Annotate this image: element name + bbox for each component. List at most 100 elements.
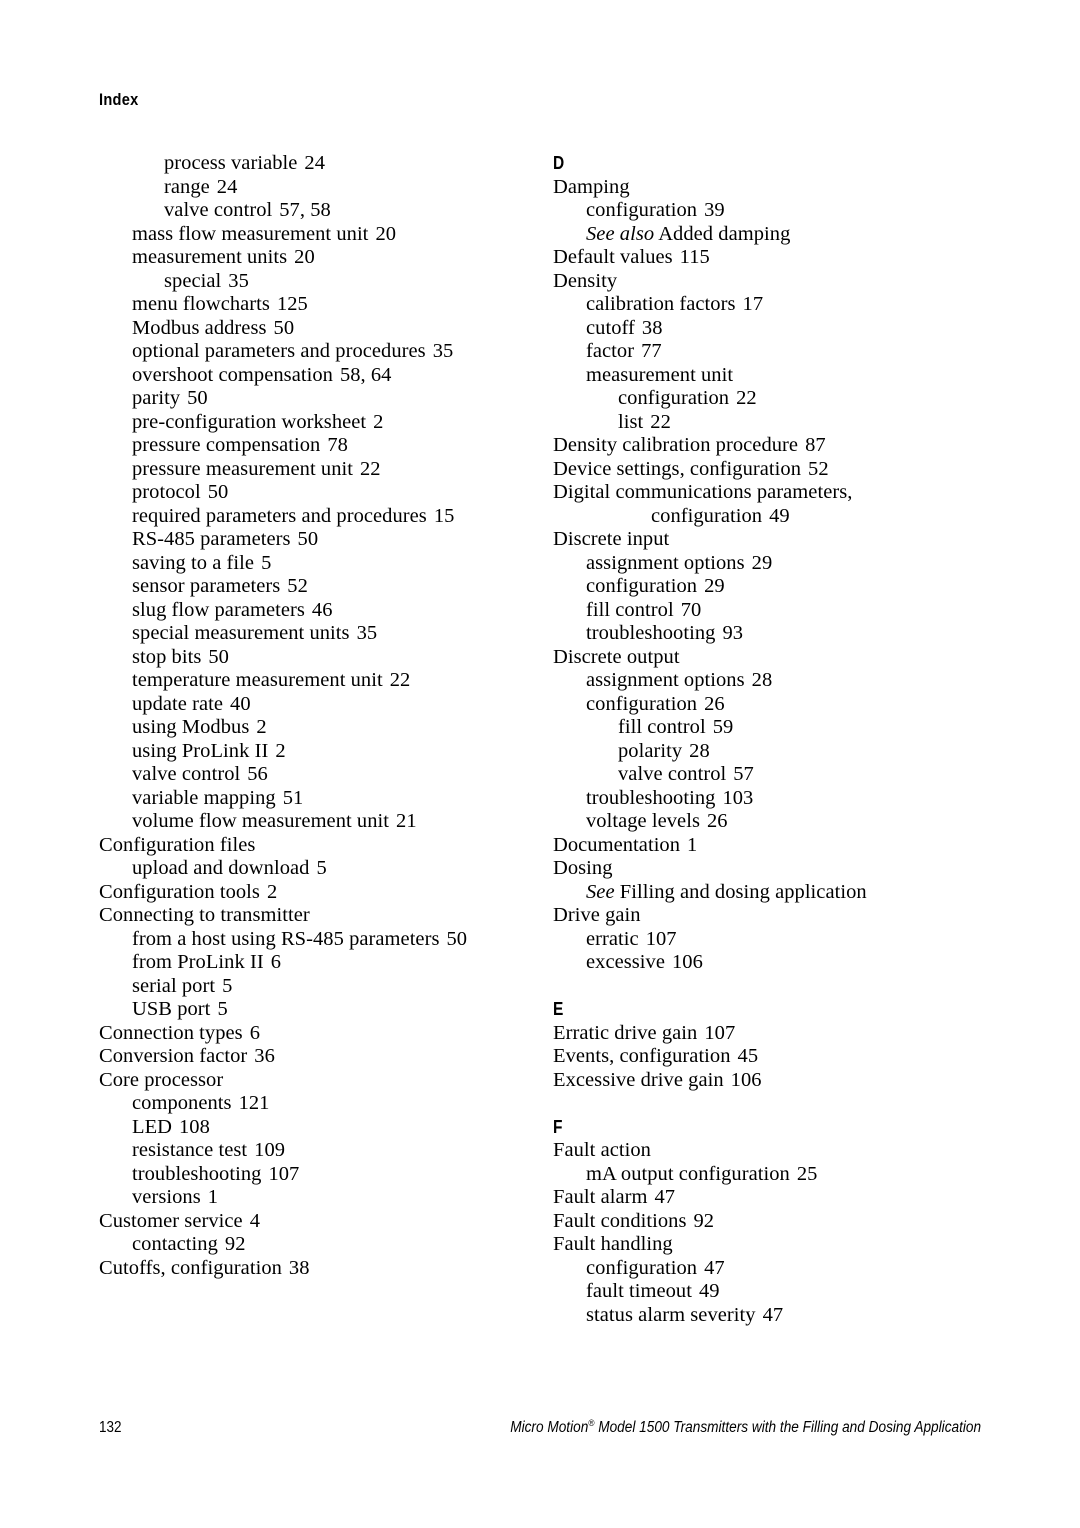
index-entry: voltage levels 26	[553, 810, 983, 834]
index-entry-label: Device settings, configuration	[553, 457, 802, 480]
index-entry: optional parameters and procedures 35	[99, 340, 529, 364]
index-entry: Drive gain	[553, 904, 983, 928]
index-entry-label: Dosing	[553, 857, 613, 879]
index-entry: fault timeout 49	[553, 1280, 983, 1304]
index-entry-label: assignment options	[586, 551, 745, 574]
index-entry: assignment options 29	[553, 552, 983, 576]
index-entry: using ProLink II 2	[99, 740, 529, 764]
index-entry-label: serial port	[132, 974, 216, 997]
index-entry-page: 106	[672, 951, 703, 973]
index-entry: Fault conditions 92	[553, 1210, 983, 1234]
index-entry-page: 57, 58	[279, 199, 331, 221]
index-entry: Modbus address 50	[99, 317, 529, 341]
index-entry-label: voltage levels	[586, 810, 700, 832]
index-entry-label: list	[618, 410, 644, 433]
index-entry-page: 50	[208, 645, 229, 668]
index-entry-page: 70	[680, 598, 702, 621]
index-cross-reference: See also Added damping	[553, 223, 983, 247]
index-entry-page: 4	[249, 1209, 261, 1232]
index-entry-page: 45	[737, 1045, 759, 1067]
index-entry: troubleshooting 107	[99, 1163, 529, 1187]
index-columns: process variable 24 range 24 valve control 57…	[0, 152, 1080, 1352]
index-entry-label: special	[164, 269, 222, 292]
index-entry-page: 35	[228, 269, 249, 292]
index-entry-label: configuration	[586, 575, 698, 597]
index-entry-label: range	[164, 175, 210, 198]
index-entry-label: polarity	[618, 739, 683, 762]
index-entry: mass flow measurement unit 20	[99, 223, 529, 247]
index-entry-page: 59	[712, 716, 734, 738]
index-entry: valve control 57	[553, 763, 983, 787]
index-entry-label: upload and download	[132, 857, 310, 879]
index-entry: stop bits 50	[99, 646, 529, 670]
index-entry-page: 50	[297, 528, 319, 550]
index-entry: range 24	[99, 176, 529, 200]
index-entry-page: 107	[704, 1021, 736, 1044]
index-entry-label: Fault alarm	[553, 1186, 648, 1208]
index-entry: process variable 24	[99, 152, 529, 176]
index-entry: LED 108	[99, 1116, 529, 1140]
index-entry-label: slug flow parameters	[132, 598, 305, 621]
index-entry-page: 39	[704, 199, 725, 221]
index-entry: pressure measurement unit 22	[99, 458, 529, 482]
index-entry-label: fault timeout	[586, 1280, 692, 1302]
index-entry-page: 28	[689, 739, 710, 762]
index-entry-label: configuration	[586, 1256, 698, 1279]
index-entry: from a host using RS-485 parameters 50	[99, 928, 529, 952]
cross-reference-prefix: See also	[586, 222, 655, 245]
index-entry-label: configuration	[651, 504, 763, 527]
index-entry: Device settings, configuration 52	[553, 458, 983, 482]
index-entry-page: 25	[796, 1162, 818, 1185]
index-entry-label: Fault conditions	[553, 1209, 687, 1232]
registered-trademark-icon: ®	[588, 1417, 595, 1429]
index-entry: Fault handling	[553, 1233, 983, 1257]
index-entry-label: pressure measurement unit	[132, 457, 353, 480]
index-entry-page: 2	[266, 880, 278, 903]
index-entry-page: 29	[704, 575, 725, 597]
index-entry-label: resistance test	[132, 1139, 248, 1161]
index-entry-label: Documentation	[553, 833, 681, 856]
index-entry-label: pre-configuration worksheet	[132, 410, 367, 433]
index-entry-page: 29	[751, 551, 773, 574]
index-entry: configuration 49	[553, 505, 983, 529]
index-entry-label: versions	[132, 1186, 201, 1208]
index-entry-page: 50	[446, 927, 468, 950]
index-entry-label: saving to a file	[132, 551, 255, 574]
index-entry-label: required parameters and procedures	[132, 504, 427, 527]
index-entry-label: troubleshooting	[132, 1162, 262, 1185]
index-entry-label: assignment options	[586, 669, 745, 691]
index-entry: pre-configuration worksheet 2	[99, 411, 529, 435]
index-entry-page: 40	[230, 692, 251, 715]
index-entry-label: Excessive drive gain	[553, 1068, 724, 1091]
index-entry-page: 52	[808, 457, 829, 480]
index-entry: Dosing	[553, 857, 983, 881]
index-entry-label: Digital communications parameters,	[553, 481, 853, 503]
index-entry-label: USB port	[132, 998, 211, 1020]
index-entry-page: 108	[179, 1115, 210, 1138]
index-column-right: D Damping configuration 39 See also Added da…	[553, 152, 983, 1327]
index-entry-page: 51	[282, 786, 304, 809]
index-entry-page: 50	[207, 481, 229, 503]
index-entry-page: 22	[359, 457, 381, 480]
footer-page-number: 132	[99, 1419, 122, 1436]
index-entry-page: 20	[294, 246, 315, 268]
index-entry-page: 50	[187, 387, 208, 409]
index-entry-label: measurement units	[132, 246, 288, 268]
index-entry-label: menu flowcharts	[132, 293, 270, 315]
index-entry: Density	[553, 270, 983, 294]
index-entry-page: 58, 64	[339, 363, 392, 386]
index-entry: Digital communications parameters,	[553, 481, 983, 505]
index-entry-page: 47	[704, 1256, 725, 1279]
index-entry-label: valve control	[618, 763, 727, 785]
index-entry-page: 17	[742, 293, 764, 315]
index-entry-label: using ProLink II	[132, 739, 269, 762]
index-entry: Conversion factor 36	[99, 1045, 529, 1069]
index-entry-label: Modbus address	[132, 316, 267, 339]
index-entry: special 35	[99, 270, 529, 294]
index-entry-page: 107	[645, 927, 677, 950]
index-entry-label: valve control	[132, 763, 241, 785]
index-entry: Discrete output	[553, 646, 983, 670]
cross-reference-target: Filling and dosing application	[614, 880, 867, 903]
index-entry: mA output configuration 25	[553, 1163, 983, 1187]
